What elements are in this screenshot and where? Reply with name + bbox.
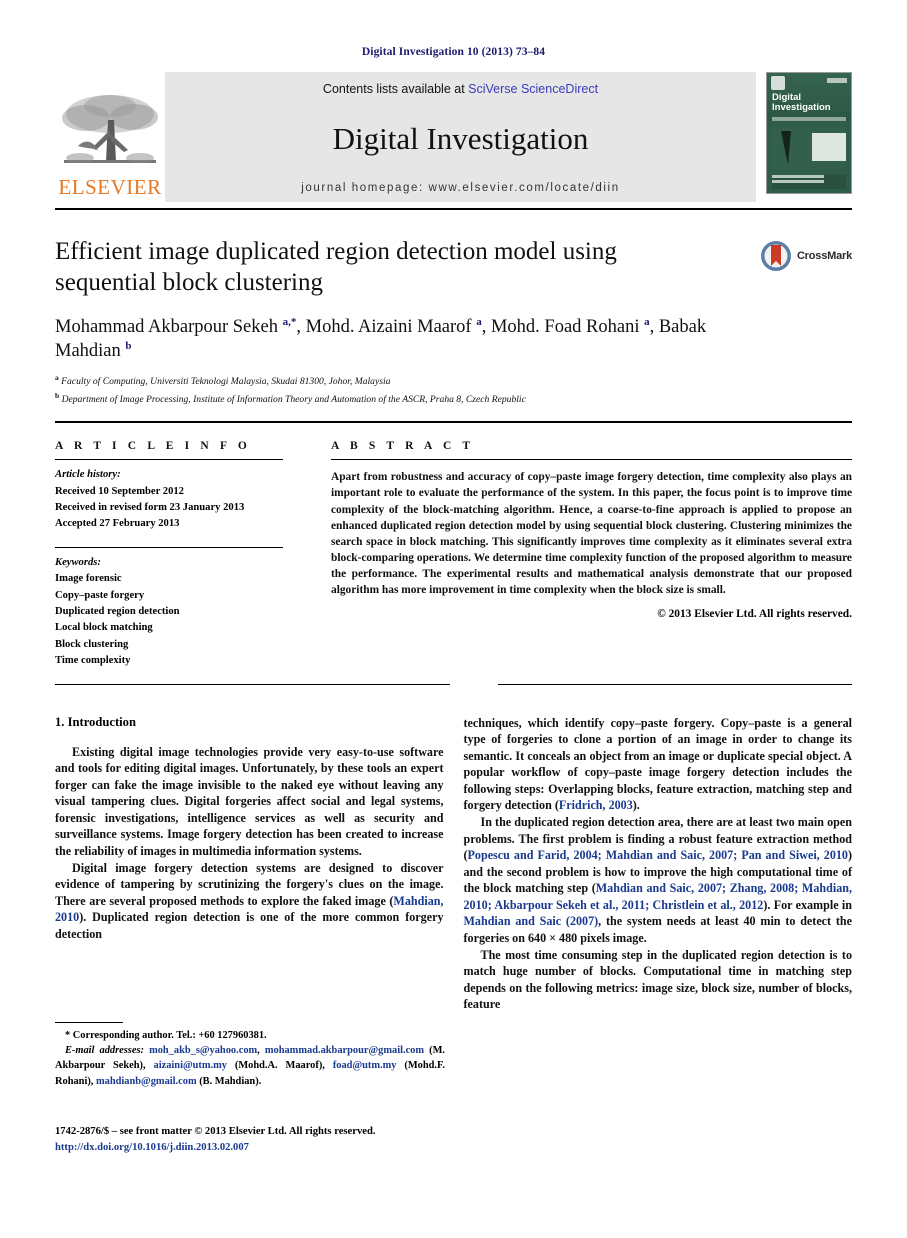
cover-elsevier-mark-icon bbox=[771, 76, 785, 90]
cover-issn-block bbox=[827, 78, 847, 83]
journal-homepage[interactable]: journal homepage: www.elsevier.com/locat… bbox=[301, 182, 619, 194]
contents-available-line: Contents lists available at SciVerse Sci… bbox=[323, 82, 598, 96]
crossmark-icon bbox=[760, 241, 791, 271]
keyword-item: Block clustering bbox=[55, 638, 129, 650]
citation-link[interactable]: Mahdian and Saic, 2007; Zhang, 2008; Mah… bbox=[464, 881, 853, 912]
body-top-rules bbox=[55, 683, 852, 685]
elsevier-tree-icon bbox=[62, 95, 158, 163]
author-list: Mohammad Akbarpour Sekeh a,*, Mohd. Aiza… bbox=[55, 316, 707, 362]
contents-prefix: Contents lists available at bbox=[322, 82, 469, 96]
email-addresses-label: E-mail addresses: bbox=[65, 1045, 144, 1057]
cover-pen-icon bbox=[780, 131, 791, 165]
email-addresses-note: E-mail addresses: moh_akb_s@yahoo.com, m… bbox=[55, 1045, 445, 1087]
cover-subtitle-bar bbox=[772, 117, 846, 121]
footnote-rule bbox=[55, 1022, 123, 1023]
keywords-label: Keywords: bbox=[55, 556, 101, 568]
abstract-copyright: © 2013 Elsevier Ltd. All rights reserved… bbox=[657, 607, 852, 620]
article-history-item: Received in revised form 23 January 2013 bbox=[55, 501, 245, 513]
email-link[interactable]: foad@utm.my bbox=[333, 1060, 397, 1071]
keywords-lines: Image forensic Copy–paste forgery Duplicat… bbox=[55, 571, 283, 669]
keyword-item: Image forensic bbox=[55, 573, 122, 585]
body-column-left: 1. Introduction Existing digital image t… bbox=[55, 715, 444, 1013]
banner-bottom-rule bbox=[55, 208, 852, 210]
paragraph: Digital image forgery detection systems … bbox=[55, 860, 444, 941]
sciencedirect-link[interactable]: SciVerse ScienceDirect bbox=[468, 82, 598, 96]
journal-banner: ELSEVIER Contents lists available at Sci… bbox=[55, 72, 852, 202]
running-head: Digital Investigation 10 (2013) 73–84 bbox=[361, 46, 546, 58]
journal-title: Digital Investigation bbox=[332, 120, 589, 156]
keyword-item: Copy–paste forgery bbox=[55, 589, 145, 601]
doi-link[interactable]: http://dx.doi.org/10.1016/j.diin.2013.02… bbox=[55, 1140, 455, 1156]
corresponding-author-note: * Corresponding author. Tel.: +60 127960… bbox=[65, 1030, 267, 1041]
keywords-group: Keywords: Image forensic Copy–paste forge… bbox=[55, 555, 283, 670]
body-column-right: techniques, which identify copy–paste fo… bbox=[464, 715, 853, 1013]
article-history-label: Article history: bbox=[55, 469, 121, 481]
article-info-rule bbox=[55, 459, 283, 461]
info-abstract-row: A R T I C L E I N F O Article history: R… bbox=[55, 440, 852, 669]
journal-cover-thumbnail: Digital Investigation bbox=[766, 72, 852, 202]
body-rule-right bbox=[498, 683, 852, 685]
elsevier-wordmark: ELSEVIER bbox=[58, 175, 162, 199]
email-link[interactable]: mohammad.akbarpour@gmail.com bbox=[265, 1045, 424, 1056]
abstract-text: Apart from robustness and accuracy of co… bbox=[331, 471, 852, 597]
email-link[interactable]: aizaini@utm.my bbox=[154, 1060, 227, 1071]
abstract-column: A B S T R A C T Apart from robustness an… bbox=[331, 440, 852, 669]
abstract-rule bbox=[331, 459, 852, 461]
email-link[interactable]: mahdianb@gmail.com bbox=[96, 1076, 197, 1087]
title-bottom-rule bbox=[55, 421, 852, 424]
cover-footer bbox=[772, 175, 846, 189]
issn-copyright-block: 1742-2876/$ – see front matter © 2013 El… bbox=[55, 1124, 455, 1156]
article-history-item: Accepted 27 February 2013 bbox=[55, 518, 180, 530]
paragraph: The most time consuming step in the dupl… bbox=[463, 947, 853, 1012]
elsevier-logo: ELSEVIER bbox=[55, 72, 165, 202]
crossmark-badge[interactable]: CrossMark bbox=[760, 240, 852, 272]
footnote-block: * Corresponding author. Tel.: +60 127960… bbox=[55, 1022, 445, 1089]
citation-link[interactable]: Mahdian and Saic (2007) bbox=[464, 914, 599, 928]
cover-title: Digital Investigation bbox=[772, 93, 847, 113]
body-rule-left bbox=[55, 683, 450, 685]
citation-link[interactable]: Mahdian, 2010 bbox=[55, 894, 444, 925]
paragraph: Existing digital image technologies prov… bbox=[55, 744, 444, 858]
citation-link[interactable]: Popescu and Farid, 2004; Mahdian and Sai… bbox=[468, 848, 848, 862]
keyword-item: Local block matching bbox=[55, 622, 153, 634]
affiliation: a Faculty of Computing, Universiti Tekno… bbox=[55, 373, 391, 388]
keywords-rule bbox=[55, 546, 283, 548]
email-link[interactable]: moh_akb_s@yahoo.com bbox=[149, 1045, 257, 1056]
banner-center: Contents lists available at SciVerse Sci… bbox=[165, 72, 756, 202]
keyword-item: Duplicated region detection bbox=[55, 606, 180, 617]
abstract-heading: A B S T R A C T bbox=[331, 440, 475, 453]
article-history-group: Article history: Received 10 September 2… bbox=[55, 467, 283, 533]
section-heading-introduction: 1. Introduction bbox=[55, 714, 136, 729]
crossmark-label: CrossMark bbox=[796, 250, 852, 262]
paper-page: Digital Investigation 10 (2013) 73–84 EL… bbox=[0, 0, 907, 1238]
citation-link[interactable]: Fridrich, 2003 bbox=[559, 798, 633, 812]
article-history-lines: Received 10 September 2012 Received in re… bbox=[55, 484, 283, 533]
article-info-column: A R T I C L E I N F O Article history: R… bbox=[55, 440, 283, 669]
body-columns: 1. Introduction Existing digital image t… bbox=[55, 715, 852, 1013]
paragraph: techniques, which identify copy–paste fo… bbox=[463, 715, 853, 813]
cover-photo bbox=[772, 127, 846, 169]
page-title: Efficient image duplicated region detect… bbox=[55, 238, 617, 296]
article-history-item: Received 10 September 2012 bbox=[55, 485, 184, 497]
affiliation: b Department of Image Processing, Instit… bbox=[55, 390, 526, 405]
title-block: CrossMark Efficient image duplicated reg… bbox=[55, 236, 852, 407]
cover-title-line2: Investigation bbox=[772, 101, 831, 113]
cover-image: Digital Investigation bbox=[766, 72, 852, 194]
issn-line: 1742-2876/$ – see front matter © 2013 El… bbox=[55, 1126, 376, 1137]
paragraph: In the duplicated region detection area,… bbox=[463, 815, 853, 945]
keyword-item: Time complexity bbox=[55, 655, 131, 667]
affiliation-list: a Faculty of Computing, Universiti Tekno… bbox=[55, 372, 852, 407]
article-info-heading: A R T I C L E I N F O bbox=[55, 440, 251, 453]
